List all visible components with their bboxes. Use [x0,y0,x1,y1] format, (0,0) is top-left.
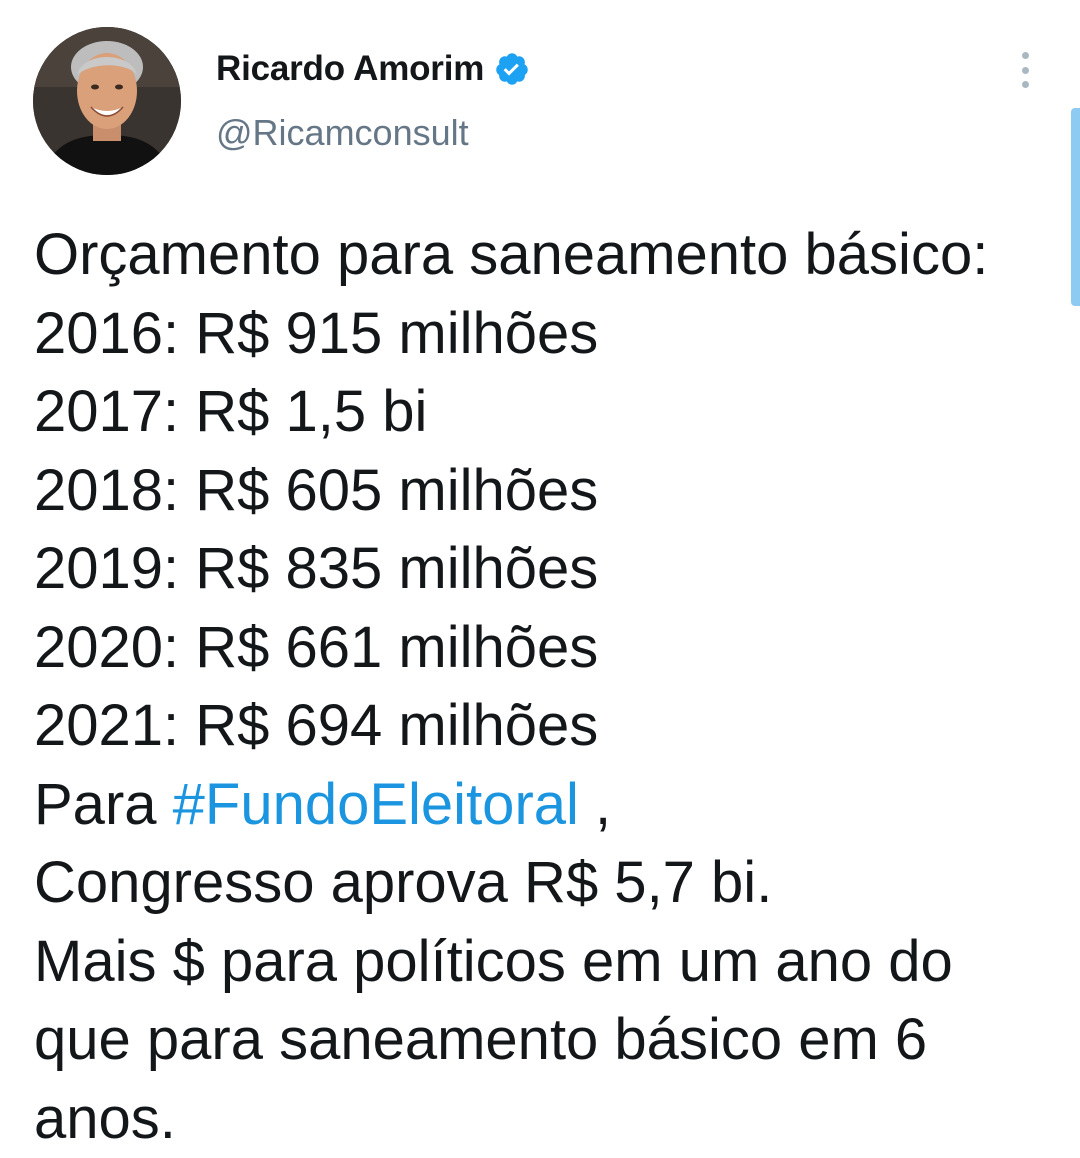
avatar[interactable] [33,27,181,175]
hashtag-prefix: Para [34,772,173,837]
hashtag-line: Para #FundoEleitoral , [34,766,1064,845]
tweet-line: anos. [34,1080,1064,1158]
tweet-line: Congresso aprova R$ 5,7 bi. [34,844,1064,923]
tweet-line: 2019: R$ 835 milhões [34,530,1064,609]
hashtag-suffix: , [579,772,611,837]
tweet-line: Mais $ para políticos em um ano do [34,923,1064,1002]
more-options-button[interactable] [1004,48,1046,92]
display-name[interactable]: Ricardo Amorim [216,49,484,89]
tweet-line: 2017: R$ 1,5 bi [34,373,1064,452]
user-handle[interactable]: @Ricamconsult [216,112,469,154]
more-vertical-icon-dot [1022,81,1029,88]
hashtag-link[interactable]: #FundoEleitoral [173,772,579,837]
avatar-photo [33,27,181,175]
scrollbar[interactable] [1071,108,1080,306]
tweet-text: Orçamento para saneamento básico: 2016: … [34,216,1064,1158]
verified-badge-icon [494,51,530,87]
tweet-line: que para saneamento básico em 6 [34,1001,1064,1080]
more-vertical-icon [1022,52,1029,59]
tweet-line: 2018: R$ 605 milhões [34,452,1064,531]
tweet-line: 2016: R$ 915 milhões [34,295,1064,374]
more-vertical-icon-dot [1022,67,1029,74]
tweet-line: Orçamento para saneamento básico: [34,216,1064,295]
author-name-row[interactable]: Ricardo Amorim [216,44,530,94]
tweet-line: 2021: R$ 694 milhões [34,687,1064,766]
tweet-line: 2020: R$ 661 milhões [34,609,1064,688]
